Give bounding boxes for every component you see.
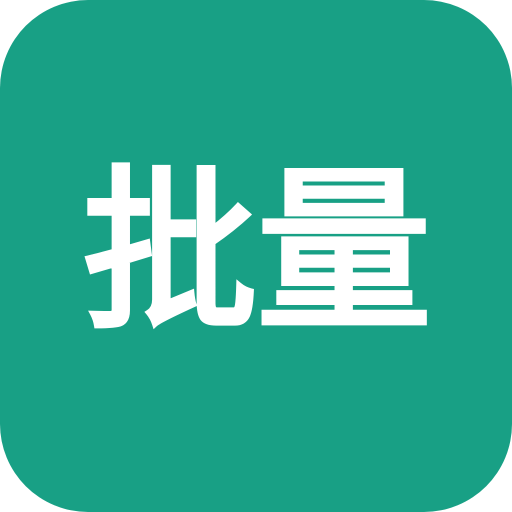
app-icon[interactable]: 批量 <box>0 0 512 512</box>
app-icon-label: 批量 <box>81 150 432 355</box>
